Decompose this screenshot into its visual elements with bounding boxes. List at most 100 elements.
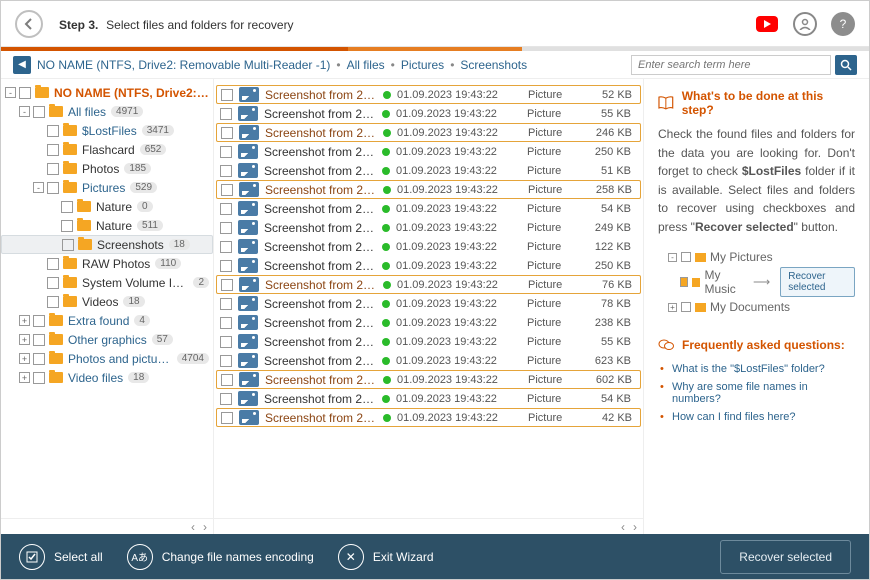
file-checkbox[interactable] <box>220 393 232 405</box>
tree-checkbox[interactable] <box>47 163 59 175</box>
file-checkbox[interactable] <box>220 355 232 367</box>
breadcrumb-1[interactable]: All files <box>347 58 385 72</box>
file-checkbox[interactable] <box>221 89 233 101</box>
file-checkbox[interactable] <box>220 203 232 215</box>
tree-toggle[interactable]: + <box>19 334 30 345</box>
tree-item[interactable]: RAW Photos110 <box>1 254 213 273</box>
tree-item[interactable]: System Volume Information2 <box>1 273 213 292</box>
tree-item[interactable]: +Photos and pictures4704 <box>1 349 213 368</box>
file-checkbox[interactable] <box>221 412 233 424</box>
tree-item[interactable]: -NO NAME (NTFS, Drive2: Remo… <box>1 83 213 102</box>
tree-item[interactable]: Photos185 <box>1 159 213 178</box>
tree-checkbox[interactable] <box>61 220 73 232</box>
tree-checkbox[interactable] <box>33 334 45 346</box>
file-checkbox[interactable] <box>220 108 232 120</box>
tree-checkbox[interactable] <box>47 258 59 270</box>
tree-item[interactable]: Nature511 <box>1 216 213 235</box>
faq-link[interactable]: What is the "$LostFiles" folder? <box>658 360 855 378</box>
breadcrumb-root[interactable]: NO NAME (NTFS, Drive2: Removable Multi-R… <box>37 58 330 72</box>
tree-checkbox[interactable] <box>33 353 45 365</box>
list-scrollbar[interactable]: ‹› <box>214 518 643 534</box>
file-row[interactable]: Screenshot from 20…01.09.2023 19:43:22Pi… <box>216 218 641 237</box>
recover-selected-button[interactable]: Recover selected <box>720 540 851 574</box>
breadcrumb-2[interactable]: Pictures <box>401 58 444 72</box>
file-row[interactable]: Screenshot from 20…01.09.2023 19:43:22Pi… <box>216 389 641 408</box>
tree-item[interactable]: +Other graphics57 <box>1 330 213 349</box>
folder-icon <box>49 353 63 364</box>
file-row[interactable]: Screenshot from 20…01.09.2023 19:43:22Pi… <box>216 408 641 427</box>
file-checkbox[interactable] <box>221 279 233 291</box>
file-row[interactable]: Screenshot from 20…01.09.2023 19:43:22Pi… <box>216 199 641 218</box>
tree-checkbox[interactable] <box>33 315 45 327</box>
file-checkbox[interactable] <box>220 298 232 310</box>
tree-toggle[interactable]: - <box>5 87 16 98</box>
file-checkbox[interactable] <box>220 146 232 158</box>
tree-item[interactable]: Nature0 <box>1 197 213 216</box>
tree-checkbox[interactable] <box>47 125 59 137</box>
back-button[interactable] <box>15 10 43 38</box>
tree-item[interactable]: $LostFiles3471 <box>1 121 213 140</box>
tree-checkbox[interactable] <box>19 87 31 99</box>
faq-link[interactable]: How can I find files here? <box>658 408 855 426</box>
tree-toggle[interactable]: + <box>19 315 30 326</box>
search-input[interactable] <box>631 55 831 75</box>
tree-checkbox[interactable] <box>47 182 59 194</box>
file-row[interactable]: Screenshot from 20…01.09.2023 19:43:22Pi… <box>216 85 641 104</box>
tree-item[interactable]: -All files4971 <box>1 102 213 121</box>
file-row[interactable]: Screenshot from 20…01.09.2023 19:43:22Pi… <box>216 123 641 142</box>
file-checkbox[interactable] <box>220 336 232 348</box>
breadcrumb-3[interactable]: Screenshots <box>460 58 527 72</box>
select-all-button[interactable]: Select all <box>19 544 103 570</box>
file-checkbox[interactable] <box>220 222 232 234</box>
tree-toggle[interactable]: - <box>33 182 44 193</box>
tree-checkbox[interactable] <box>61 201 73 213</box>
file-row[interactable]: Screenshot from 20…01.09.2023 19:43:22Pi… <box>216 351 641 370</box>
tree-checkbox[interactable] <box>62 239 74 251</box>
tree-checkbox[interactable] <box>33 372 45 384</box>
file-checkbox[interactable] <box>221 184 233 196</box>
tree-item[interactable]: -Pictures529 <box>1 178 213 197</box>
file-row[interactable]: Screenshot from 20…01.09.2023 19:43:22Pi… <box>216 180 641 199</box>
tree-checkbox[interactable] <box>47 277 59 289</box>
encoding-button[interactable]: Aあ Change file names encoding <box>127 544 314 570</box>
file-checkbox[interactable] <box>220 165 232 177</box>
file-checkbox[interactable] <box>220 317 232 329</box>
file-checkbox[interactable] <box>221 374 233 386</box>
file-row[interactable]: Screenshot from 20…01.09.2023 19:43:22Pi… <box>216 142 641 161</box>
file-row[interactable]: Screenshot from 20…01.09.2023 19:43:22Pi… <box>216 332 641 351</box>
tree-item[interactable]: Flashcard652 <box>1 140 213 159</box>
tree-toggle[interactable]: + <box>19 353 30 364</box>
count-badge: 529 <box>130 182 157 193</box>
account-icon[interactable] <box>793 12 817 36</box>
file-checkbox[interactable] <box>220 260 232 272</box>
exit-wizard-button[interactable]: ✕ Exit Wizard <box>338 544 434 570</box>
image-icon <box>238 353 258 368</box>
tree-item[interactable]: Screenshots18 <box>1 235 213 254</box>
tree-toggle[interactable]: - <box>19 106 30 117</box>
file-row[interactable]: Screenshot from 20…01.09.2023 19:43:22Pi… <box>216 370 641 389</box>
tree-item[interactable]: Videos18 <box>1 292 213 311</box>
breadcrumb-back-button[interactable]: ◀ <box>13 56 31 74</box>
help-icon[interactable]: ? <box>831 12 855 36</box>
file-row[interactable]: Screenshot from 20…01.09.2023 19:43:22Pi… <box>216 294 641 313</box>
tree-checkbox[interactable] <box>33 106 45 118</box>
tree-checkbox[interactable] <box>47 296 59 308</box>
file-row[interactable]: Screenshot from 20…01.09.2023 19:43:22Pi… <box>216 313 641 332</box>
tree-item[interactable]: +Video files18 <box>1 368 213 387</box>
faq-link[interactable]: Why are some file names in numbers? <box>658 378 855 408</box>
tree-scrollbar[interactable]: ‹› <box>1 518 213 534</box>
search-button[interactable] <box>835 55 857 75</box>
file-row[interactable]: Screenshot from 20…01.09.2023 19:43:22Pi… <box>216 256 641 275</box>
file-row[interactable]: Screenshot from 20…01.09.2023 19:43:22Pi… <box>216 237 641 256</box>
tree-label: Extra found <box>68 314 129 328</box>
file-name: Screenshot from 20… <box>264 145 376 159</box>
file-row[interactable]: Screenshot from 20…01.09.2023 19:43:22Pi… <box>216 161 641 180</box>
youtube-icon[interactable] <box>755 12 779 36</box>
tree-toggle[interactable]: + <box>19 372 30 383</box>
tree-checkbox[interactable] <box>47 144 59 156</box>
file-row[interactable]: Screenshot from 20…01.09.2023 19:43:22Pi… <box>216 275 641 294</box>
tree-item[interactable]: +Extra found4 <box>1 311 213 330</box>
file-row[interactable]: Screenshot from 20…01.09.2023 19:43:22Pi… <box>216 104 641 123</box>
file-checkbox[interactable] <box>221 127 233 139</box>
file-checkbox[interactable] <box>220 241 232 253</box>
